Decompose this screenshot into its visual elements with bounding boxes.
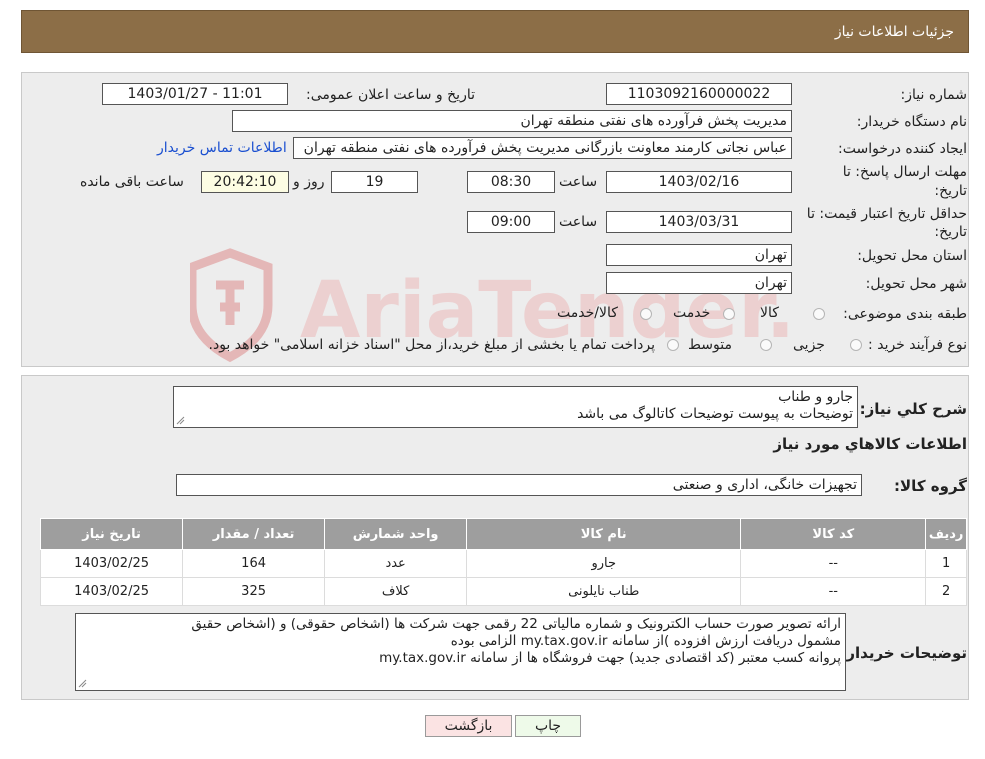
category-option-goods: کالا xyxy=(760,305,779,321)
page-header: جزئیات اطلاعات نیاز xyxy=(21,10,969,53)
col-header-name: نام کالا xyxy=(466,518,742,550)
need-number-label: شماره نیاز: xyxy=(900,87,968,103)
cell-row-number: 1 xyxy=(925,549,967,578)
response-deadline-label: مهلت ارسال پاسخ: تا xyxy=(842,164,967,180)
buyer-notes-line-3: پروانه کسب معتبر (کد اقتصادی جدید) جهت ف… xyxy=(379,650,841,666)
days-label: روز و xyxy=(293,174,325,190)
announce-datetime-field[interactable]: 1403/01/27 - 11:01 xyxy=(102,83,288,105)
col-header-code: کد کالا xyxy=(740,518,927,550)
price-validity-time-field[interactable]: 09:00 xyxy=(467,211,555,233)
cell-code: -- xyxy=(740,577,927,606)
purchase-process-label: نوع فرآیند خرید : xyxy=(868,337,967,353)
cell-quantity: 164 xyxy=(182,549,326,578)
cell-name: جارو xyxy=(466,549,742,578)
response-deadline-label-2: تاریخ: xyxy=(934,183,967,199)
category-option-service: خدمت xyxy=(673,305,711,321)
buyer-org-label: نام دستگاه خریدار: xyxy=(856,114,967,130)
cell-date: 1403/02/25 xyxy=(39,549,184,578)
price-validity-date-field[interactable]: 1403/03/31 xyxy=(606,211,792,233)
price-validity-label: حداقل تاریخ اعتبار قیمت: تا xyxy=(806,206,967,222)
summary-line-2: توضیحات به پیوست توضیحات کاتالوگ می باشد xyxy=(577,406,853,422)
buyer-notes-line-2: مشمول دریافت ارزش افزوده )از سامانه my.t… xyxy=(450,633,841,649)
cell-quantity: 325 xyxy=(182,577,326,606)
response-time-label: ساعت xyxy=(559,174,598,190)
category-option-goods-service: کالا/خدمت xyxy=(557,305,618,321)
price-validity-time-label: ساعت xyxy=(559,214,598,230)
col-header-unit: واحد شمارش xyxy=(324,518,468,550)
buyer-notes-textarea[interactable]: ارائه تصویر صورت حساب الکترونیک و شماره … xyxy=(75,613,846,691)
col-header-row: ردیف xyxy=(925,518,967,550)
items-table-header: ردیف کد کالا نام کالا واحد شمارش تعداد /… xyxy=(39,518,967,550)
remaining-days-field[interactable]: 19 xyxy=(331,171,418,193)
goods-section-title: اطلاعات کالاهاي مورد نياز xyxy=(773,435,967,453)
remaining-time-label: ساعت باقی مانده xyxy=(80,174,184,190)
price-validity-label-2: تاریخ: xyxy=(934,224,967,240)
cell-date: 1403/02/25 xyxy=(39,577,184,606)
items-table: ردیف کد کالا نام کالا واحد شمارش تعداد /… xyxy=(39,518,967,606)
process-radio-medium[interactable] xyxy=(760,339,772,351)
remaining-time-field: 20:42:10 xyxy=(201,171,289,193)
back-button[interactable]: بازگشت xyxy=(425,715,512,737)
goods-group-field[interactable]: تجهیزات خانگی، اداری و صنعتی xyxy=(176,474,862,496)
summary-label: شرح کلي نياز: xyxy=(859,400,967,418)
category-radio-goods[interactable] xyxy=(813,308,825,320)
category-radio-service[interactable] xyxy=(723,308,735,320)
summary-line-1: جارو و طناب xyxy=(778,389,853,405)
category-label: طبقه بندی موضوعی: xyxy=(843,306,967,322)
col-header-quantity: تعداد / مقدار xyxy=(182,518,326,550)
category-radio-goods-service[interactable] xyxy=(640,308,652,320)
cell-name: طناب نایلونی xyxy=(466,577,742,606)
delivery-city-label: شهر محل تحویل: xyxy=(865,276,967,292)
buyer-contact-link[interactable]: اطلاعات تماس خریدار xyxy=(157,140,287,156)
buyer-org-field[interactable]: مدیریت پخش فرآورده های نفتی منطقه تهران xyxy=(232,110,792,132)
summary-textarea[interactable]: جارو و طناب توضیحات به پیوست توضیحات کات… xyxy=(173,386,858,428)
treasury-checkbox[interactable] xyxy=(667,339,679,351)
goods-group-label: گروه کالا: xyxy=(894,477,967,495)
process-option-minor: جزیی xyxy=(793,337,825,353)
cell-unit: عدد xyxy=(324,549,468,578)
table-row: 2 -- طناب نایلونی کلاف 325 1403/02/25 xyxy=(39,577,967,606)
treasury-note: پرداخت تمام یا بخشی از مبلغ خرید،از محل … xyxy=(208,337,655,353)
process-radio-minor[interactable] xyxy=(850,339,862,351)
col-header-date: تاریخ نیاز xyxy=(39,518,184,550)
delivery-province-label: استان محل تحویل: xyxy=(857,248,967,264)
need-number-field[interactable]: 1103092160000022 xyxy=(606,83,792,105)
buyer-notes-line-1: ارائه تصویر صورت حساب الکترونیک و شماره … xyxy=(191,616,841,632)
response-deadline-date-field[interactable]: 1403/02/16 xyxy=(606,171,792,193)
response-time-field[interactable]: 08:30 xyxy=(467,171,555,193)
requester-label: ایجاد کننده درخواست: xyxy=(838,141,967,157)
cell-row-number: 2 xyxy=(925,577,967,606)
print-button[interactable]: چاپ xyxy=(515,715,581,737)
delivery-province-field[interactable]: تهران xyxy=(606,244,792,266)
delivery-city-field[interactable]: تهران xyxy=(606,272,792,294)
announce-datetime-label: تاریخ و ساعت اعلان عمومی: xyxy=(306,87,475,103)
items-table-container: ردیف کد کالا نام کالا واحد شمارش تعداد /… xyxy=(39,518,967,606)
cell-unit: کلاف xyxy=(324,577,468,606)
buyer-notes-label: توضیحات خریدار: xyxy=(840,644,967,662)
resize-grip-icon[interactable] xyxy=(176,416,185,425)
page-title: جزئیات اطلاعات نیاز xyxy=(834,24,954,40)
requester-field[interactable]: عباس نجاتی کارمند معاونت بازرگانی مدیریت… xyxy=(293,137,792,159)
resize-grip-icon[interactable] xyxy=(78,679,87,688)
cell-code: -- xyxy=(740,549,927,578)
process-option-medium: متوسط xyxy=(688,337,732,353)
table-row: 1 -- جارو عدد 164 1403/02/25 xyxy=(39,549,967,578)
